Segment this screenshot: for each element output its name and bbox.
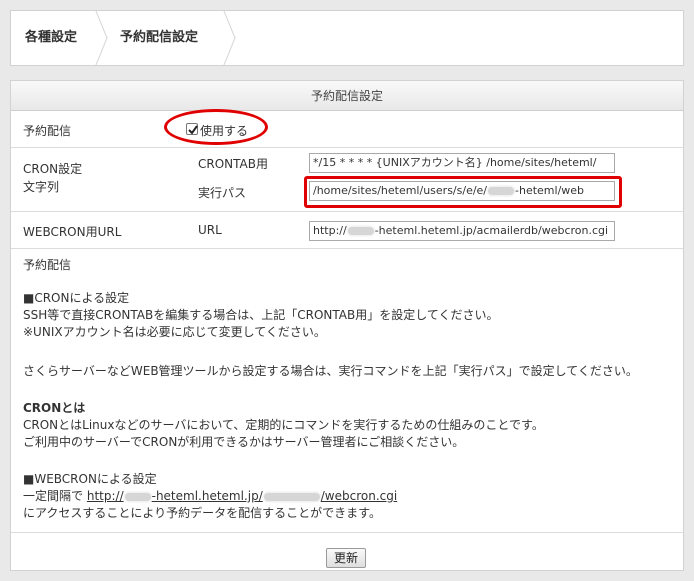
update-button[interactable]: 更新 (326, 548, 366, 568)
cron-section-title: ■CRONによる設定 (23, 291, 130, 305)
cron-line2: ※UNIXアカウント名は必要に応じて変更してください。 (23, 325, 326, 339)
cron-what-line2: ご利用中のサーバーでCRONが利用できるかはサーバー管理者にご相談ください。 (23, 435, 465, 449)
webcron-url-field[interactable]: http:// -heteml.heteml.jp/acmailerdb/webc… (309, 221, 615, 241)
highlight-oval (164, 109, 268, 145)
breadcrumb: 各種設定 予約配信設定 (10, 10, 684, 66)
breadcrumb-separator-icon (223, 11, 236, 65)
redacted-blur (263, 492, 320, 501)
webcron-section-title: ■WEBCRONによる設定 (23, 472, 157, 486)
webcron-link-part3: /webcron.cgi (320, 489, 398, 503)
description-heading: 予約配信 (23, 258, 72, 272)
row-divider (11, 532, 683, 533)
row-divider (11, 211, 683, 212)
redacted-blur (347, 227, 374, 235)
breadcrumb-item-settings[interactable]: 各種設定 (25, 11, 77, 65)
webcron-label: WEBCRON用URL (23, 225, 122, 239)
breadcrumb-item-scheduled-delivery[interactable]: 予約配信設定 (120, 11, 198, 65)
settings-panel: 予約配信設定 予約配信 使用する CRON設定 文字列 CRONTAB用 */1… (10, 80, 684, 571)
webcron-link-part2: -heteml.heteml.jp/ (151, 489, 263, 503)
url-label: URL (198, 223, 222, 237)
cron-what-title: CRONとは (23, 401, 86, 415)
webcron-interval-line: 一定間隔で http:// -heteml.heteml.jp/ /webcron.… (23, 489, 397, 504)
highlight-rect (304, 176, 622, 208)
cron-what-line1: CRONとはLinuxなどのサーバにおいて、定期的にコマンドを実行するための仕組… (23, 418, 544, 432)
row-divider (11, 248, 683, 249)
webcron-link[interactable]: http:// -heteml.heteml.jp/ /webcron.cgi (87, 489, 397, 503)
crontab-label: CRONTAB用 (198, 157, 268, 171)
panel-title: 予約配信設定 (11, 81, 683, 111)
cron-line1: SSH等で直接CRONTABを編集する場合は、上記「CRONTAB用」を設定して… (23, 308, 499, 322)
breadcrumb-separator-icon (95, 11, 108, 65)
redacted-blur (124, 492, 151, 501)
cron-label-line1: CRON設定 (23, 162, 83, 176)
webcron-link-part1: http:// (86, 489, 124, 503)
row-divider (11, 147, 683, 148)
exec-path-label: 実行パス (198, 186, 247, 200)
crontab-field[interactable]: */15 * * * * {UNIXアカウント名} /home/sites/he… (309, 153, 615, 173)
url-value-part1: http:// (313, 224, 347, 237)
webcron-line2: にアクセスすることにより予約データを配信することができます。 (23, 506, 381, 520)
crontab-value: */15 * * * * {UNIXアカウント名} /home/sites/he… (313, 156, 597, 169)
delivery-label: 予約配信 (23, 124, 72, 138)
webcron-interval-prefix: 一定間隔で (23, 489, 84, 503)
url-value-part2: -heteml.heteml.jp/acmailerdb/webcron.cgi (374, 224, 609, 237)
cron-label-line2: 文字列 (23, 180, 60, 194)
sakura-line: さくらサーバーなどWEB管理ツールから設定する場合は、実行コマンドを上記「実行パ… (23, 364, 638, 378)
